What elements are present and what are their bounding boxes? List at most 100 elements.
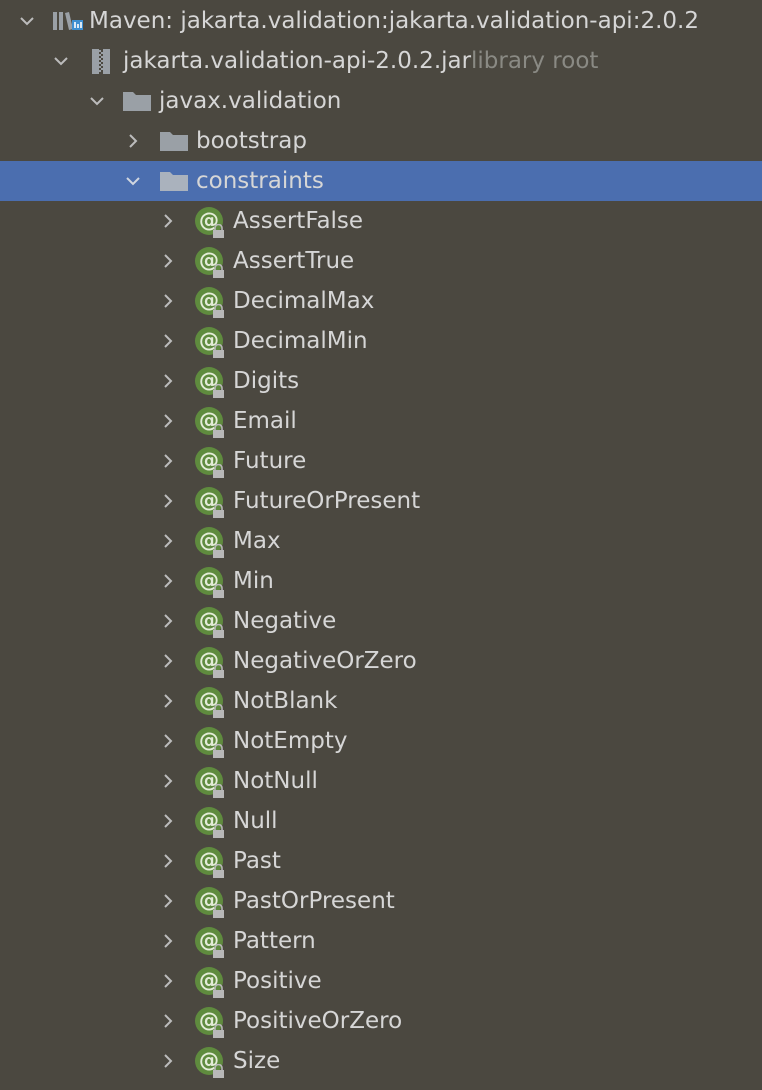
tree-node-annotation[interactable]: @ AssertTrue (0, 241, 762, 281)
tree-node-label: Future (233, 448, 307, 474)
tree-node-annotation[interactable]: @ Future (0, 441, 762, 481)
annotation-type-icon: @ (195, 1047, 225, 1078)
chevron-right-icon[interactable] (157, 490, 179, 512)
tree-node-jar[interactable]: jakarta.validation-api-2.0.2.jar library… (0, 41, 762, 81)
tree-node-annotation[interactable]: @ Past (0, 841, 762, 881)
package-folder-icon (122, 90, 152, 112)
tree-node-maven-library[interactable]: Maven: jakarta.validation:jakarta.valida… (0, 1, 762, 41)
chevron-down-icon[interactable] (86, 90, 108, 112)
tree-node-annotation[interactable]: @ FutureOrPresent (0, 481, 762, 521)
package-folder-icon (159, 130, 189, 152)
lock-icon (212, 983, 225, 998)
annotation-type-icon: @ (195, 487, 224, 518)
tree-node-annotation[interactable]: @ PositiveOrZero (0, 1001, 762, 1041)
chevron-right-icon[interactable] (157, 890, 179, 912)
chevron-right-icon[interactable] (157, 690, 179, 712)
tree-node-label: PastOrPresent (233, 888, 395, 914)
tree-node-annotation[interactable]: @ Min (0, 561, 762, 601)
tree-node-annotation[interactable]: @ Size (0, 1041, 762, 1081)
annotation-type-icon: @ (195, 407, 224, 438)
lock-icon (212, 783, 225, 798)
lock-icon (212, 383, 225, 398)
chevron-right-icon[interactable] (157, 730, 179, 752)
tree-node-annotation[interactable]: @ Pattern (0, 921, 762, 961)
tree-node-label: javax.validation (159, 88, 342, 114)
annotation-type-icon: @ (195, 807, 224, 838)
chevron-right-icon[interactable] (157, 290, 179, 312)
tree-node-label: NotEmpty (233, 728, 348, 754)
tree-node-annotation[interactable]: @ PastOrPresent (0, 881, 762, 921)
tree-node-annotation[interactable]: @ NotNull (0, 761, 762, 801)
tree-node-label: Digits (233, 368, 300, 394)
lock-icon (212, 703, 225, 718)
tree-node-label: Null (233, 808, 278, 834)
chevron-down-icon[interactable] (16, 10, 38, 32)
maven-library-icon (52, 9, 84, 33)
tree-node-annotation[interactable]: @ DecimalMax (0, 281, 762, 321)
chevron-right-icon[interactable] (157, 930, 179, 952)
chevron-right-icon[interactable] (157, 250, 179, 272)
library-root-hint: library root (471, 48, 599, 74)
tree-node-label: Size (233, 1048, 281, 1074)
annotation-type-icon: @ (195, 327, 224, 358)
annotation-type-icon: @ (195, 207, 225, 238)
tree-node-annotation[interactable]: @ Digits (0, 361, 762, 401)
lock-icon (212, 623, 225, 638)
tree-node-package-javax-validation[interactable]: javax.validation (0, 81, 762, 121)
lock-icon (212, 583, 225, 598)
tree-node-label: Negative (233, 608, 337, 634)
lock-icon (212, 263, 225, 278)
lock-icon (212, 223, 225, 238)
annotation-type-icon: @ (195, 527, 224, 558)
package-folder-icon (159, 170, 189, 192)
tree-node-annotation[interactable]: @ Positive (0, 961, 762, 1001)
tree-node-annotation[interactable]: @ Email (0, 401, 762, 441)
chevron-right-icon[interactable] (157, 1010, 179, 1032)
chevron-down-icon[interactable] (122, 170, 144, 192)
chevron-right-icon[interactable] (122, 130, 144, 152)
chevron-right-icon[interactable] (157, 1050, 179, 1072)
chevron-right-icon[interactable] (157, 330, 179, 352)
chevron-right-icon[interactable] (157, 570, 179, 592)
tree-node-label: AssertTrue (233, 248, 355, 274)
lock-icon (212, 1063, 225, 1078)
chevron-down-icon[interactable] (50, 50, 72, 72)
tree-node-annotation[interactable]: @ DecimalMin (0, 321, 762, 361)
tree-node-package-constraints[interactable]: constraints (0, 161, 762, 201)
chevron-right-icon[interactable] (157, 610, 179, 632)
chevron-right-icon[interactable] (157, 970, 179, 992)
annotation-type-icon: @ (195, 1007, 224, 1038)
chevron-right-icon[interactable] (157, 210, 179, 232)
chevron-right-icon[interactable] (157, 810, 179, 832)
chevron-right-icon[interactable] (157, 410, 179, 432)
tree-node-label: NotNull (233, 768, 318, 794)
tree-node-annotation[interactable]: @ Negative (0, 601, 762, 641)
chevron-right-icon[interactable] (157, 450, 179, 472)
tree-node-annotation[interactable]: @ Max (0, 521, 762, 561)
project-tree: Maven: jakarta.validation:jakarta.valida… (0, 0, 762, 1090)
tree-node-label: Pattern (233, 928, 316, 954)
jar-archive-icon (90, 48, 112, 75)
annotation-type-icon: @ (195, 687, 225, 718)
tree-node-label: jakarta.validation-api-2.0.2.jar (123, 48, 472, 74)
lock-icon (212, 743, 225, 758)
tree-node-annotation[interactable]: @ NotBlank (0, 681, 762, 721)
chevron-right-icon[interactable] (157, 650, 179, 672)
lock-icon (212, 663, 225, 678)
chevron-right-icon[interactable] (157, 370, 179, 392)
tree-node-annotation[interactable]: @ AssertFalse (0, 201, 762, 241)
chevron-right-icon[interactable] (157, 850, 179, 872)
tree-node-label: Email (233, 408, 297, 434)
chevron-right-icon[interactable] (157, 770, 179, 792)
chevron-right-icon[interactable] (157, 530, 179, 552)
tree-node-annotation[interactable]: @ NotEmpty (0, 721, 762, 761)
annotation-type-icon: @ (195, 647, 225, 678)
tree-node-package-bootstrap[interactable]: bootstrap (0, 121, 762, 161)
tree-node-label: FutureOrPresent (233, 488, 421, 514)
tree-node-label: DecimalMin (233, 328, 368, 354)
tree-node-annotation[interactable]: @ Null (0, 801, 762, 841)
annotation-type-icon: @ (195, 927, 224, 958)
tree-node-label: NotBlank (233, 688, 338, 714)
tree-node-label: bootstrap (196, 128, 307, 154)
tree-node-annotation[interactable]: @ NegativeOrZero (0, 641, 762, 681)
